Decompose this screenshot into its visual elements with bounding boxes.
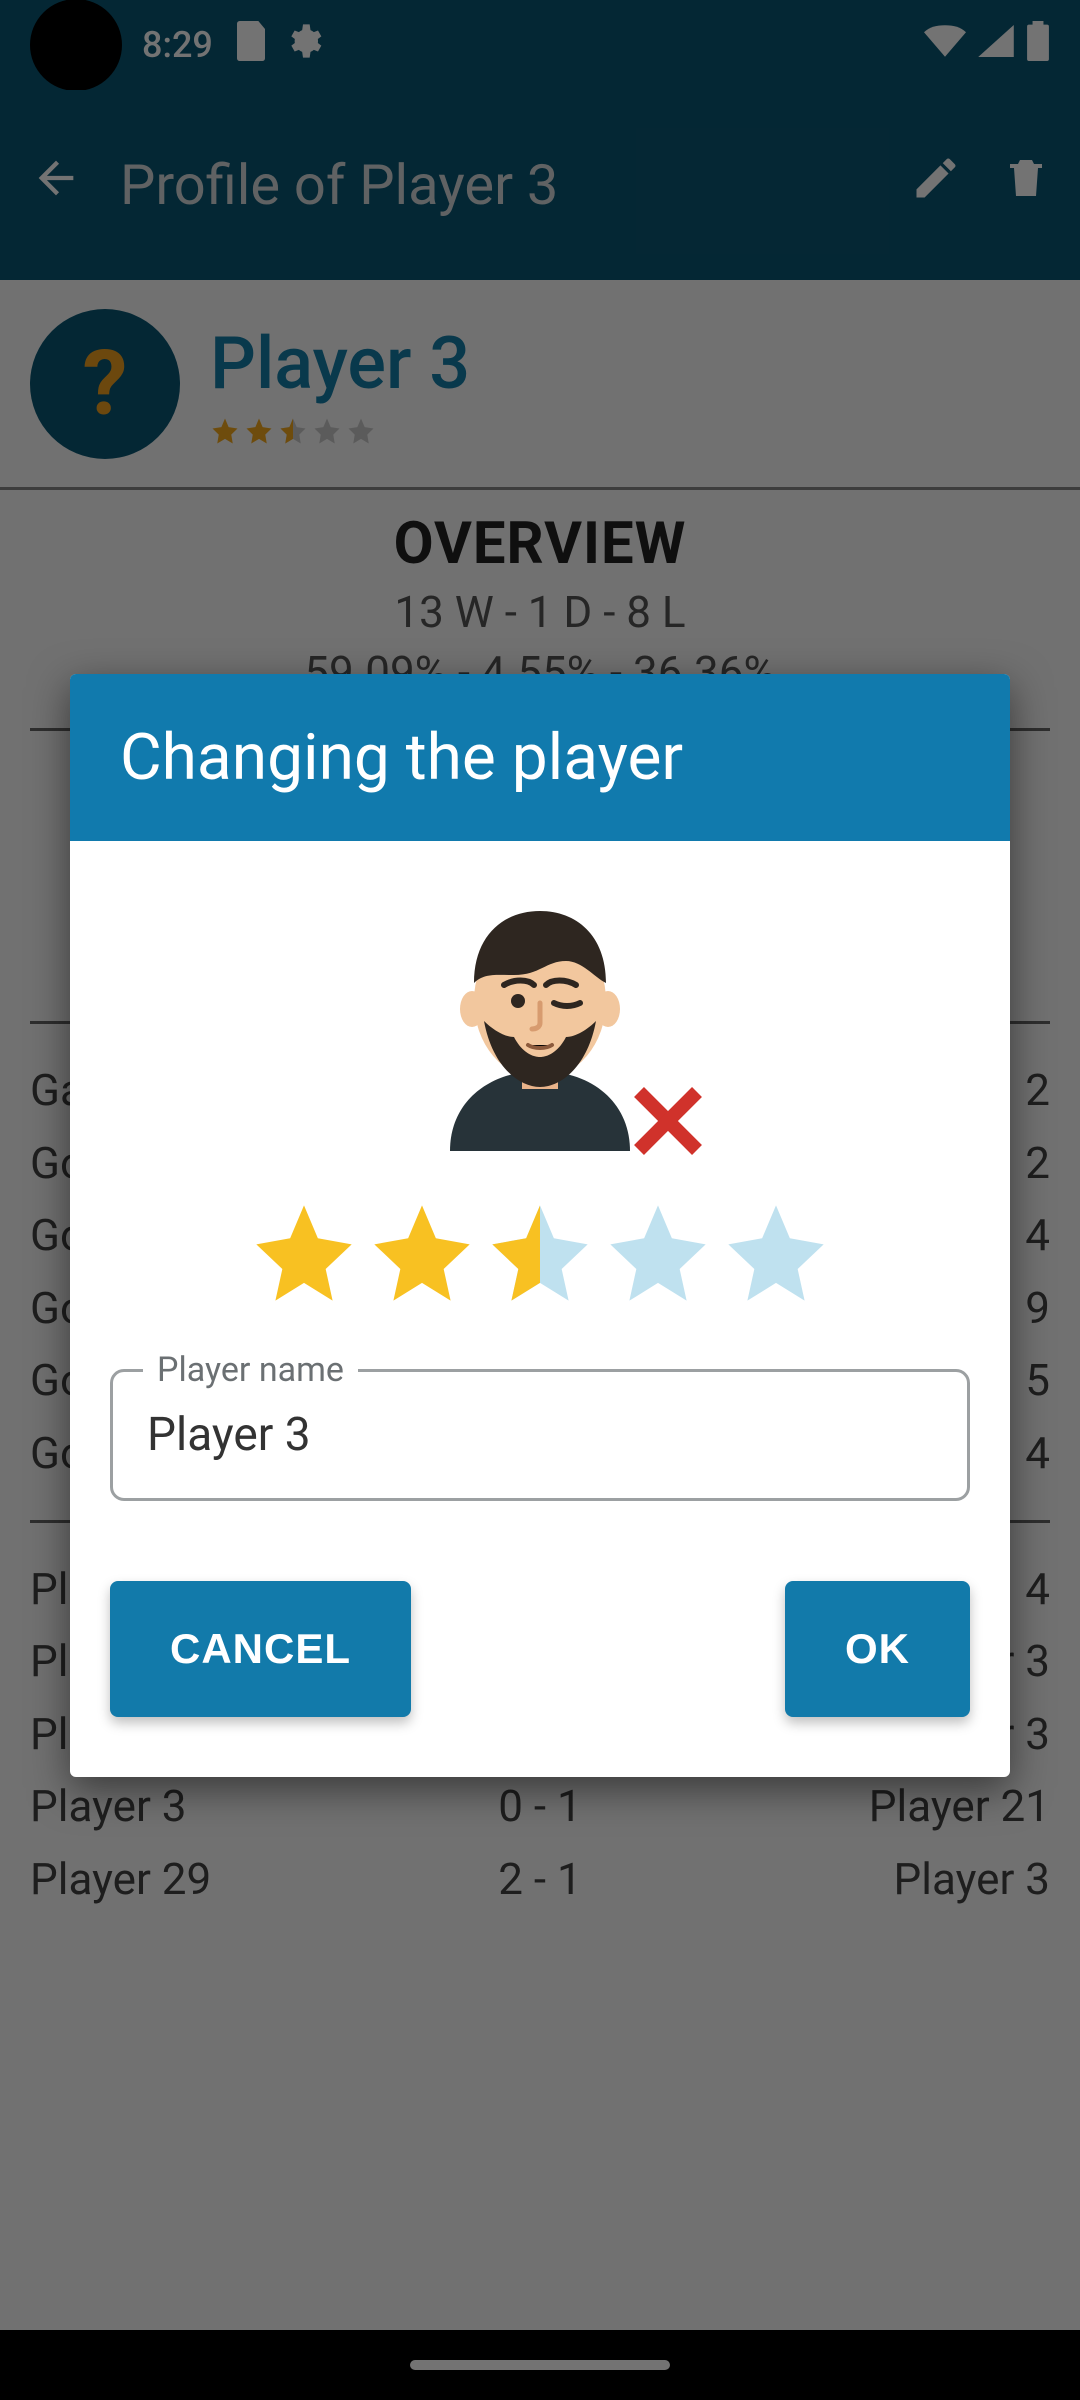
rating-input[interactable] bbox=[252, 1201, 828, 1305]
star-1-icon[interactable] bbox=[252, 1201, 356, 1305]
cancel-button[interactable]: CANCEL bbox=[110, 1581, 411, 1717]
ok-button[interactable]: OK bbox=[785, 1581, 970, 1717]
star-3-half-icon[interactable] bbox=[488, 1201, 592, 1305]
dialog-title: Changing the player bbox=[70, 674, 1010, 841]
star-2-icon[interactable] bbox=[370, 1201, 474, 1305]
change-player-dialog: Changing the player bbox=[70, 674, 1010, 1777]
star-4-icon[interactable] bbox=[606, 1201, 710, 1305]
player-avatar[interactable] bbox=[410, 891, 670, 1151]
player-name-input[interactable] bbox=[147, 1408, 933, 1462]
player-name-field[interactable]: Player name bbox=[110, 1369, 970, 1501]
bearded-man-avatar-icon bbox=[410, 891, 670, 1151]
player-name-label: Player name bbox=[143, 1350, 358, 1390]
remove-avatar-icon[interactable] bbox=[632, 1085, 704, 1157]
star-5-icon[interactable] bbox=[724, 1201, 828, 1305]
